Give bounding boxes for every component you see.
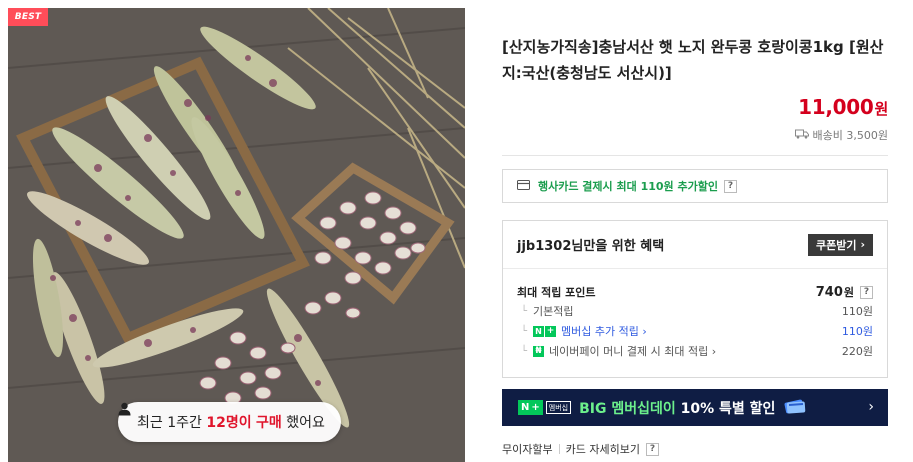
product-title: [산지농가직송]충남서산 햇 노지 완두콩 호랑이콩1kg [원산지:국산(충청… [502,38,884,82]
product-image[interactable]: BEST 최근 1주간 12명이 구매 했어요 [8,8,465,462]
price-unit: 원 [874,100,888,118]
shipping-text: 배송비 3,500원 [812,129,888,142]
buyers-count: 12명이 [206,415,252,431]
point-row-label: 기본적립 [533,305,574,318]
beans-illustration [8,8,465,462]
tree-branch-icon: └ [521,305,528,317]
naver-n-icon: N [521,402,530,413]
tree-branch-icon: └ [521,345,528,357]
coupon-button-label: 쿠폰받기 [815,238,857,252]
truck-icon [794,129,809,142]
max-point-row: 최대 적립 포인트 740 원 ? [517,283,873,301]
point-row-npay[interactable]: └ ₦ 네이버페이 머니 결제 시 최대 적립 › 220원 [517,341,873,361]
promo-text-main: 10% 특별 할인 [675,400,776,417]
installment-link[interactable]: 무이자할부 [502,441,553,457]
naver-plus-n-icon: N [533,325,545,337]
membership-tag: 멤버십 [545,401,572,414]
point-row-basic: └ 기본적립 110원 [517,301,873,321]
membership-day-banner[interactable]: N + 멤버십 BIG 멤버십데이 10% 특별 할인 › [502,389,888,426]
coupon-button[interactable]: 쿠폰받기 › [807,233,873,256]
naver-pay-icon: ₦ [533,345,545,357]
point-row-value: 110원 [841,325,873,338]
credit-card-icon [517,179,530,193]
point-row-label[interactable]: 네이버페이 머니 결제 시 최대 적립 [549,343,708,359]
best-badge: BEST [8,8,48,26]
naver-plus-badge: N + [518,400,543,415]
chevron-right-icon: › [638,324,647,338]
chevron-right-icon: › [708,344,717,358]
recent-buyers-pill: 최근 1주간 12명이 구매 했어요 [118,402,341,442]
product-price: 11,000원 [798,95,888,119]
max-point-value: 740 [815,284,843,300]
point-rows: 최대 적립 포인트 740 원 ? └ 기본적립 110원 └ N + 멤버십 추가… [503,269,887,361]
chevron-right-icon: › [860,238,865,251]
buyers-action: 구매 [256,415,282,431]
price-value: 11,000 [798,95,874,119]
help-icon[interactable]: ? [860,285,873,299]
promo-text: BIG 멤버십데이 10% 특별 할인 [579,398,775,418]
point-row-label[interactable]: 멤버십 추가 적립 [561,323,639,339]
shipping-fee: 배송비 3,500원 [794,127,888,143]
buyers-suffix: 했어요 [286,415,325,431]
plus-icon: + [531,402,540,413]
divider [502,155,888,156]
help-icon[interactable]: ? [645,442,659,456]
help-icon[interactable]: ? [723,179,737,193]
card-illustration-icon [783,398,807,418]
max-point-amount: 740 원 ? [816,284,873,300]
payment-links: 무이자할부 카드 자세히보기 ? [502,441,659,457]
point-row-value: 220원 [841,345,873,358]
divider [558,444,560,454]
benefit-header: jjb1302님만을 위한 혜택 쿠폰받기 › [503,221,887,269]
tree-branch-icon: └ [521,325,528,337]
max-point-unit: 원 [843,286,854,299]
max-point-label: 최대 적립 포인트 [517,286,596,299]
promo-text-highlight: BIG 멤버십데이 [579,400,676,417]
point-row-membership[interactable]: └ N + 멤버십 추가 적립 › 110원 [517,321,873,341]
card-discount-text: 행사카드 결제시 최대 110원 추가할인 [538,180,718,193]
benefit-title: jjb1302님만을 위한 혜택 [517,239,665,254]
point-row-value: 110원 [841,305,873,318]
chevron-right-icon: › [868,399,874,415]
card-detail-link[interactable]: 카드 자세히보기 [566,441,640,457]
naver-plus-plus-icon: + [545,325,557,337]
card-discount-box[interactable]: 행사카드 결제시 최대 110원 추가할인 ? [502,169,888,203]
member-benefit-box: jjb1302님만을 위한 혜택 쿠폰받기 › 최대 적립 포인트 740 원 ?… [502,220,888,378]
buyers-prefix: 최근 1주간 [137,415,202,431]
